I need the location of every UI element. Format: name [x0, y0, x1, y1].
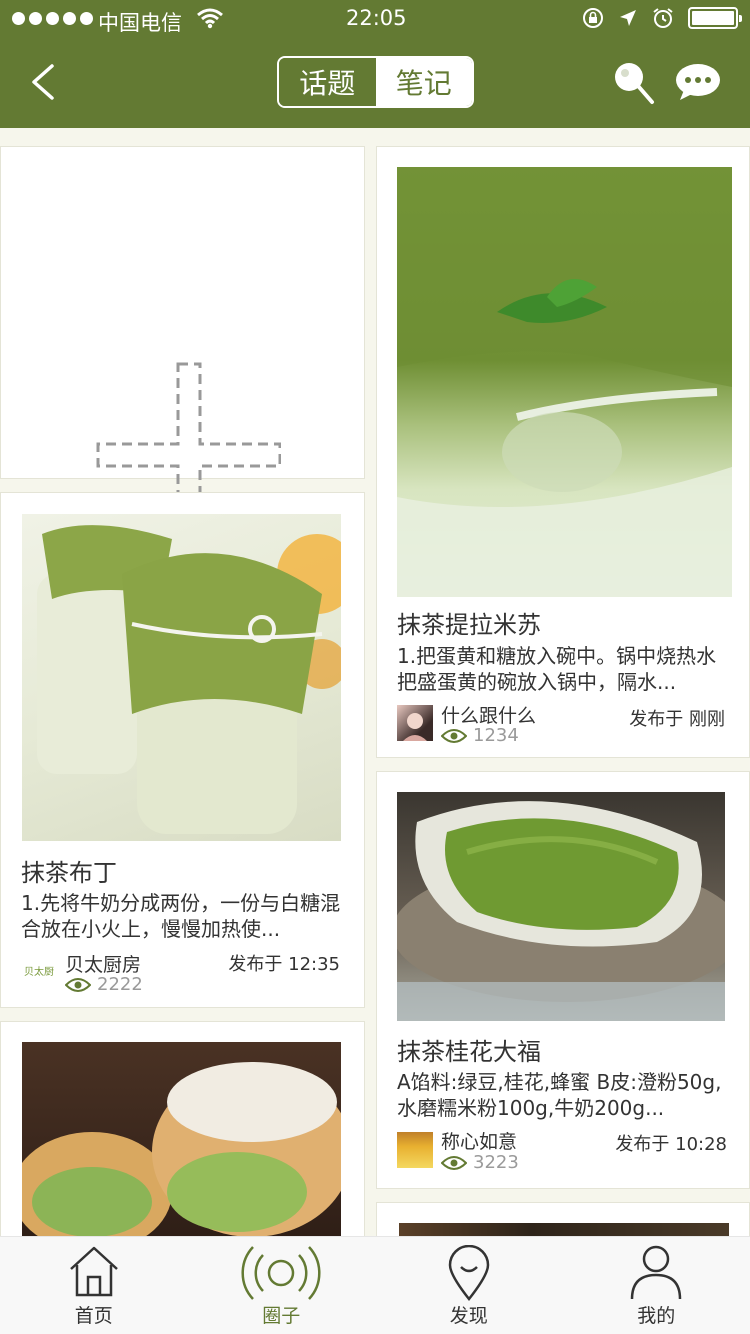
- bottom-tab-bar: 首页 圈子 发现 我的: [0, 1236, 750, 1334]
- search-icon[interactable]: [610, 60, 656, 106]
- note-card-tiramisu[interactable]: 抹茶提拉米苏 1.把蛋黄和糖放入碗中。锅中烧热水把盛蛋黄的碗放入锅中，隔水...…: [376, 146, 750, 758]
- signal-icon: [12, 12, 93, 25]
- status-time: 22:05: [346, 6, 407, 30]
- location-pin-icon: [448, 1245, 490, 1301]
- publish-time: 发布于 12:35: [228, 954, 340, 975]
- segment-control: 话题 笔记: [277, 56, 474, 108]
- back-arrow-icon[interactable]: [24, 62, 64, 102]
- note-card-pudding[interactable]: 抹茶布丁 1.先将牛奶分成两份，一份与白糖混合放在小火上，慢慢加热使... 贝太…: [0, 492, 365, 1008]
- tab-home-label: 首页: [74, 1305, 113, 1327]
- author-name: 称心如意: [441, 1131, 518, 1153]
- note-card-daifuku[interactable]: 抹茶桂花大福 A馅料:绿豆,桂花,蜂蜜 B皮:澄粉50g,水磨糯米粉100g,牛…: [376, 771, 750, 1189]
- tab-notes[interactable]: 笔记: [375, 58, 472, 106]
- wifi-icon: [197, 8, 223, 29]
- view-count-value: 1234: [473, 725, 519, 746]
- broadcast-circle-icon: [241, 1246, 321, 1300]
- tab-mine[interactable]: 我的: [563, 1237, 750, 1334]
- eye-icon: [65, 977, 91, 992]
- home-icon: [69, 1246, 118, 1297]
- tab-circle[interactable]: 圈子: [188, 1237, 376, 1334]
- note-image-daifuku: [397, 792, 725, 1021]
- location-arrow-icon: [620, 10, 636, 26]
- user-profile-icon: [631, 1245, 682, 1300]
- note-desc: A馅料:绿豆,桂花,蜂蜜 B皮:澄粉50g,水磨糯米粉100g,牛奶200g..…: [397, 1070, 722, 1120]
- publish-time: 发布于 10:28: [615, 1134, 727, 1155]
- note-desc: 1.把蛋黄和糖放入碗中。锅中烧热水把盛蛋黄的碗放入锅中，隔水...: [397, 644, 717, 694]
- status-bar: 中国电信 22:05: [0, 0, 750, 40]
- rotation-lock-icon: [583, 8, 603, 28]
- author-avatar: 贝太厨: [24, 967, 54, 978]
- carrier-label: 中国电信: [98, 11, 182, 35]
- note-desc: 1.先将牛奶分成两份，一份与白糖混合放在小火上，慢慢加热使...: [21, 891, 341, 941]
- author-name: 什么跟什么: [441, 705, 537, 727]
- publish-time: 发布于 刚刚: [629, 709, 725, 730]
- note-title: 抹茶提拉米苏: [397, 611, 541, 639]
- note-image-cream-puff: [22, 1042, 341, 1242]
- battery-icon: [688, 7, 742, 29]
- view-count: 1234: [441, 725, 519, 746]
- tab-topic[interactable]: 话题: [279, 58, 376, 106]
- alarm-icon: [653, 8, 673, 28]
- eye-icon: [441, 1155, 467, 1170]
- author-name: 贝太厨房: [65, 954, 142, 976]
- tab-discover-label: 发现: [449, 1305, 488, 1327]
- add-note-card[interactable]: [0, 146, 365, 548]
- top-bar: 中国电信 22:05 话题 笔记: [0, 0, 750, 128]
- author-avatar: [397, 705, 433, 741]
- view-count-value: 3223: [473, 1152, 519, 1173]
- note-title: 抹茶布丁: [21, 859, 117, 887]
- author-avatar: [397, 1132, 433, 1168]
- note-image-pudding: [22, 514, 341, 841]
- view-count: 2222: [65, 974, 143, 995]
- note-title: 抹茶桂花大福: [397, 1038, 541, 1066]
- tab-discover[interactable]: 发现: [375, 1237, 563, 1334]
- note-image-tiramisu: [397, 167, 732, 597]
- view-count: 3223: [441, 1152, 519, 1173]
- tab-circle-label: 圈子: [262, 1305, 301, 1327]
- view-count-value: 2222: [97, 974, 143, 995]
- tab-mine-label: 我的: [637, 1305, 676, 1327]
- chat-bubble-icon[interactable]: [674, 62, 722, 102]
- eye-icon: [441, 728, 467, 743]
- tab-home[interactable]: 首页: [0, 1237, 188, 1334]
